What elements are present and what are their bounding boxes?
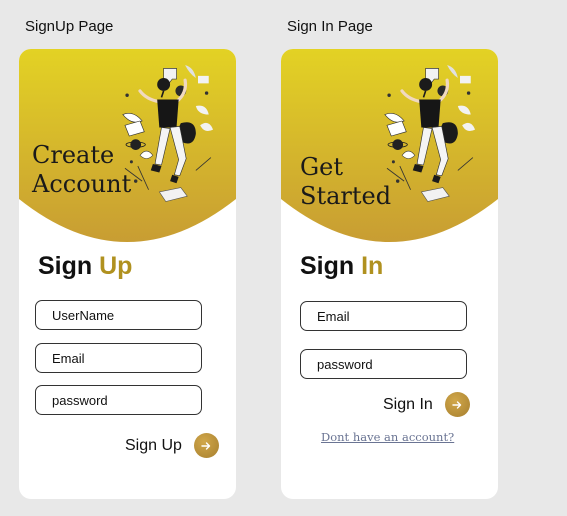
arrow-right-icon[interactable] xyxy=(444,392,470,417)
signin-hero-title: Get Started xyxy=(300,153,392,210)
arrow-right-icon[interactable] xyxy=(193,433,219,458)
jumping-person-illustration xyxy=(121,63,215,204)
signin-heading-prefix: Sign xyxy=(300,252,362,280)
signin-password-input[interactable] xyxy=(300,349,467,379)
signup-hero-title: Create Account xyxy=(32,141,132,198)
signup-page-label: SignUp Page xyxy=(25,18,114,35)
sign-in-label: Sign In xyxy=(383,395,433,413)
signup-heading-prefix: Sign xyxy=(38,252,100,280)
signup-email-input[interactable] xyxy=(35,343,202,373)
signin-heading: Sign In xyxy=(300,252,383,281)
signin-email-input[interactable] xyxy=(300,301,467,331)
signup-password-input[interactable] xyxy=(35,385,202,415)
signin-heading-accent: In xyxy=(361,252,384,280)
no-account-link[interactable]: Dont have an account? xyxy=(321,430,454,444)
signup-card: Create Account Sign Up Sign Up xyxy=(19,49,236,499)
username-input[interactable] xyxy=(35,300,202,330)
sign-in-button[interactable]: Sign In xyxy=(383,392,470,417)
signup-heading-accent: Up xyxy=(99,252,133,280)
jumping-person-illustration xyxy=(383,63,477,204)
signin-card: Get Started Sign In Sign In Dont have an… xyxy=(281,49,498,499)
signup-heading: Sign Up xyxy=(38,252,132,281)
sign-up-label: Sign Up xyxy=(125,436,182,454)
signin-page-label: Sign In Page xyxy=(287,18,373,35)
sign-up-button[interactable]: Sign Up xyxy=(125,433,219,458)
